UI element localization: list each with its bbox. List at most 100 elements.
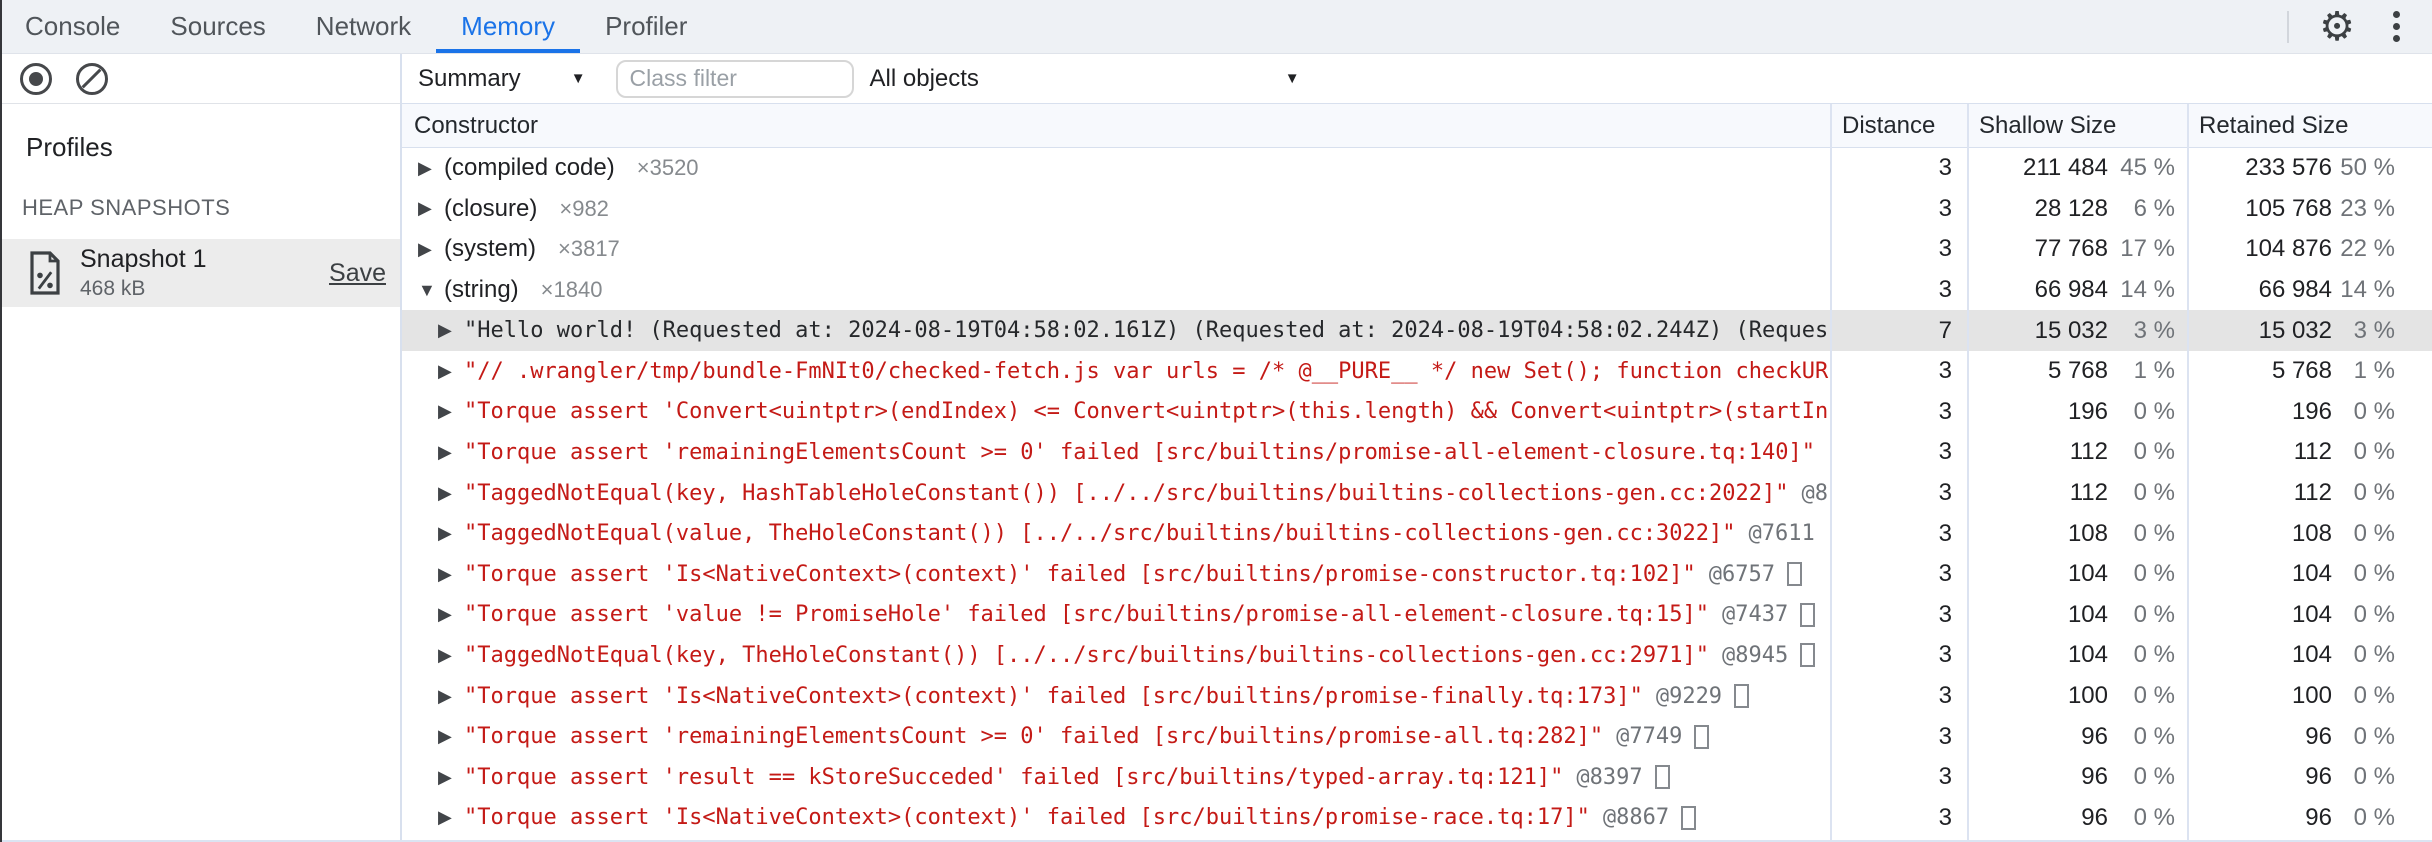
shallow-size-cell: 77 768 17 %	[1967, 229, 2187, 270]
expand-arrow-icon[interactable]: ▶	[438, 442, 464, 463]
shallow-size-percent: 0 %	[2133, 438, 2175, 466]
string-instance-row[interactable]: ▶ "Hello world! (Requested at: 2024-08-19…	[402, 310, 2432, 351]
expand-arrow-icon[interactable]: ▶	[438, 523, 464, 544]
expand-arrow-icon[interactable]: ▶	[438, 767, 464, 788]
constructor-name: (system)	[444, 235, 536, 263]
retained-size-percent: 3 %	[2353, 316, 2395, 344]
distance-cell: 3	[1938, 600, 1952, 628]
column-header-distance[interactable]: Distance	[1830, 112, 1967, 140]
tab-sources[interactable]: Sources	[145, 0, 290, 53]
column-header-retained-size[interactable]: Retained Size	[2187, 112, 2432, 140]
retained-size-cell: 5 768 1 %	[2187, 351, 2432, 392]
distance-cell: 3	[1938, 803, 1952, 831]
expand-arrow-icon[interactable]: ▶	[438, 564, 464, 585]
string-instance-row[interactable]: ▶ "TaggedNotEqual(key, TheHoleConstant())…	[402, 635, 2432, 676]
unknown-glyph-icon	[1654, 765, 1670, 790]
expand-arrow-icon[interactable]: ▶	[418, 158, 444, 179]
collapse-arrow-icon[interactable]: ▼	[418, 280, 444, 301]
clear-profiles-icon[interactable]	[76, 62, 108, 95]
window-left-edge	[0, 0, 2, 842]
expand-arrow-icon[interactable]: ▶	[438, 645, 464, 666]
constructor-group-row[interactable]: ▶ (compiled code) ×3520 3 211 484 45 % 233 576…	[402, 148, 2432, 189]
snapshot-list-item[interactable]: Snapshot 1 468 kB Save	[0, 239, 400, 307]
column-header-shallow-size[interactable]: Shallow Size	[1967, 112, 2187, 140]
string-value: "TaggedNotEqual(key, HashTableHoleConsta…	[464, 480, 1789, 506]
string-instance-row[interactable]: ▶ "TaggedNotEqual(value, TheHoleConstant(…	[402, 513, 2432, 554]
expand-arrow-icon[interactable]: ▶	[438, 686, 464, 707]
string-instance-row[interactable]: ▶ "Torque assert 'value != PromiseHole' f…	[402, 594, 2432, 636]
settings-gear-icon[interactable]: ⚙	[2319, 7, 2355, 47]
shallow-size-percent: 14 %	[2120, 276, 2175, 304]
retained-size-value: 233 576	[2245, 154, 2332, 182]
constructor-name: (closure)	[444, 194, 538, 222]
shallow-size-value: 5 768	[2047, 357, 2108, 385]
retained-size-cell: 96 0 %	[2187, 716, 2432, 757]
expand-arrow-icon[interactable]: ▶	[438, 320, 464, 341]
expand-arrow-icon[interactable]: ▶	[438, 726, 464, 747]
heap-snapshot-file-icon	[30, 251, 60, 295]
unknown-glyph-icon	[1787, 562, 1803, 587]
perspective-select[interactable]: Summary ▼	[418, 65, 586, 93]
retained-size-value: 96	[2305, 803, 2332, 831]
expand-arrow-icon[interactable]: ▶	[438, 361, 464, 382]
shallow-size-percent: 45 %	[2120, 154, 2175, 182]
string-instance-row[interactable]: ▶ "Torque assert 'remainingElementsCount …	[402, 432, 2432, 473]
shallow-size-cell: 96 0 %	[1967, 757, 2187, 798]
string-value: "Torque assert 'Is<NativeContext>(contex…	[464, 805, 1590, 831]
distance-cell: 3	[1938, 560, 1952, 588]
record-heap-snapshot-icon[interactable]	[20, 62, 52, 95]
string-instance-row[interactable]: ▶ "// .wrangler/tmp/bundle-FmNIt0/checked…	[402, 350, 2432, 392]
retained-size-cell: 105 768 23 %	[2187, 189, 2432, 230]
constructor-cell: ▶ "Torque assert 'Is<NativeContext>(conte…	[402, 798, 1830, 839]
retained-size-percent: 14 %	[2340, 276, 2395, 304]
shallow-size-percent: 0 %	[2133, 803, 2175, 831]
tab-console[interactable]: Console	[0, 0, 145, 53]
distance-cell: 3	[1938, 641, 1952, 669]
expand-arrow-icon[interactable]: ▶	[438, 807, 464, 828]
retained-size-value: 112	[2293, 438, 2332, 466]
expand-arrow-icon[interactable]: ▶	[438, 401, 464, 422]
shallow-size-cell: 104 0 %	[1967, 595, 2187, 636]
expand-arrow-icon[interactable]: ▶	[438, 483, 464, 504]
tab-network[interactable]: Network	[291, 0, 436, 53]
kebab-menu-icon[interactable]	[2393, 23, 2400, 30]
column-header-constructor[interactable]: Constructor	[402, 112, 1830, 140]
shallow-size-percent: 3 %	[2133, 316, 2175, 344]
string-instance-row[interactable]: ▶ "Torque assert 'Is<NativeContext>(conte…	[402, 797, 2432, 839]
shallow-size-percent: 6 %	[2133, 194, 2175, 222]
constructor-cell: ▶ "Torque assert 'value != PromiseHole' f…	[402, 595, 1830, 636]
expand-arrow-icon[interactable]: ▶	[438, 604, 464, 625]
string-instance-row[interactable]: ▶ "Torque assert 'result == kStoreSuccede…	[402, 756, 2432, 798]
constructor-group-row[interactable]: ▶ (closure) ×982 3 28 128 6 % 105 768 23 %	[402, 188, 2432, 230]
expand-arrow-icon[interactable]: ▶	[418, 198, 444, 219]
shallow-size-value: 66 984	[2034, 276, 2108, 304]
shallow-size-cell: 66 984 14 %	[1967, 270, 2187, 311]
string-instance-row[interactable]: ▶ "Torque assert 'Convert<uintptr>(endInd…	[402, 391, 2432, 433]
string-value: "TaggedNotEqual(key, TheHoleConstant()) …	[464, 642, 1710, 668]
retained-size-value: 105 768	[2245, 194, 2332, 222]
shallow-size-percent: 0 %	[2133, 682, 2175, 710]
save-snapshot-link[interactable]: Save	[329, 259, 386, 288]
object-id: @9229	[1655, 683, 1723, 709]
retained-size-cell: 104 0 %	[2187, 554, 2432, 595]
shallow-size-cell: 104 0 %	[1967, 554, 2187, 595]
shallow-size-cell: 196 0 %	[1967, 392, 2187, 433]
constructor-group-row[interactable]: ▼ (string) ×1840 3 66 984 14 % 66 984 14 %	[402, 269, 2432, 311]
object-filter-select[interactable]: All objects ▼	[870, 65, 1300, 93]
tab-profiler[interactable]: Profiler	[580, 0, 712, 53]
constructor-group-row[interactable]: ▶ (system) ×3817 3 77 768 17 % 104 876 22 %	[402, 229, 2432, 270]
shallow-size-value: 112	[2069, 438, 2108, 466]
shallow-size-cell: 15 032 3 %	[1967, 310, 2187, 351]
retained-size-cell: 96 0 %	[2187, 757, 2432, 798]
string-value: "Torque assert 'result == kStoreSucceded…	[464, 764, 1564, 790]
class-filter-input[interactable]	[615, 59, 854, 98]
retained-size-value: 112	[2293, 479, 2332, 507]
string-instance-row[interactable]: ▶ "Torque assert 'remainingElementsCount …	[402, 716, 2432, 757]
expand-arrow-icon[interactable]: ▶	[418, 239, 444, 260]
tab-memory[interactable]: Memory	[436, 0, 580, 53]
string-instance-row[interactable]: ▶ "Torque assert 'Is<NativeContext>(conte…	[402, 553, 2432, 595]
string-instance-row[interactable]: ▶ "TaggedNotEqual(key, HashTableHoleConst…	[402, 472, 2432, 514]
string-instance-row[interactable]: ▶ "Torque assert 'Is<NativeContext>(conte…	[402, 675, 2432, 717]
profiles-sidebar: Profiles HEAP SNAPSHOTS Snapshot 1 468 k…	[0, 54, 402, 842]
shallow-size-value: 28 128	[2034, 194, 2108, 222]
